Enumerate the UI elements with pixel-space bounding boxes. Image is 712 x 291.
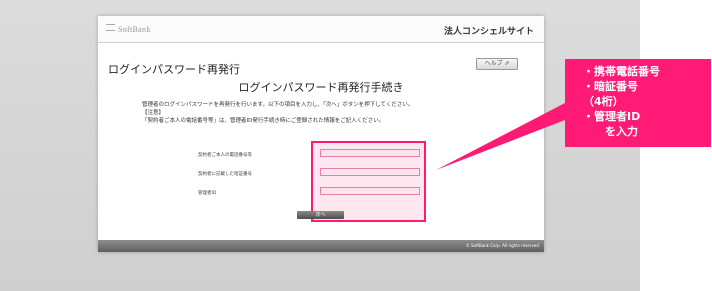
callout-line: ・暗証番号 (583, 80, 638, 93)
callout-line: （4桁） (583, 95, 624, 108)
callout-line: ・携帯電話番号 (583, 65, 660, 78)
callout-line: を入力 (583, 125, 638, 138)
callout-line: ・管理者ID (583, 110, 641, 123)
callout-pointer (436, 103, 565, 170)
annotation-callout: ・携帯電話番号 ・暗証番号 （4桁） ・管理者ID を入力 (565, 59, 711, 147)
